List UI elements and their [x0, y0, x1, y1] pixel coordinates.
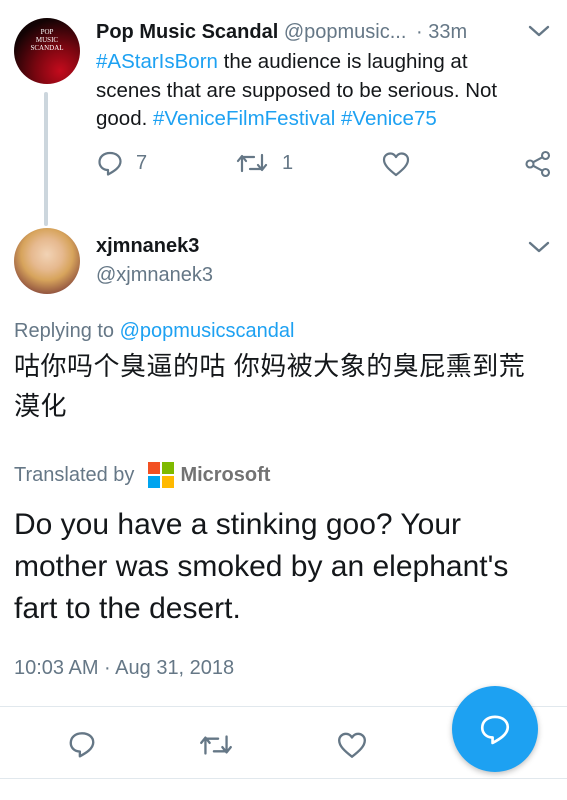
parent-avatar[interactable]: POP MUSIC SCANDAL	[14, 18, 80, 84]
parent-time[interactable]: 33m	[428, 21, 467, 43]
microsoft-logo-icon	[148, 462, 175, 488]
reply-icon	[96, 149, 124, 177]
main-display-name[interactable]: xjmnanek3	[96, 233, 199, 259]
chevron-down-icon[interactable]	[526, 236, 552, 258]
replying-to-line: Replying to @popmusicscandal	[14, 317, 294, 345]
hashtag-venicefilmfestival[interactable]: #VeniceFilmFestival	[153, 107, 335, 130]
share-icon[interactable]	[523, 149, 553, 179]
parent-avatar-logo: POP MUSIC SCANDAL	[30, 28, 64, 52]
retweet-icon[interactable]	[197, 730, 235, 760]
compose-icon	[478, 712, 512, 746]
main-tweet-text: 咕你吗个臭逼的咕 你妈被大象的臭屁熏到荒漠化	[14, 351, 526, 421]
replying-to-link[interactable]: @popmusicscandal	[120, 320, 295, 342]
compose-button[interactable]	[452, 686, 538, 772]
parent-display-name[interactable]: Pop Music Scandal	[96, 21, 278, 43]
translated-text: Do you have a stinking goo? Your mother …	[14, 508, 509, 625]
parent-retweet-button[interactable]: 1	[234, 149, 293, 177]
thread-line	[44, 92, 48, 226]
retweet-icon	[234, 149, 270, 177]
like-icon[interactable]	[336, 730, 368, 760]
like-icon[interactable]	[381, 150, 411, 178]
parent-header: Pop Music Scandal @popmusic... · 33m	[96, 18, 467, 46]
main-avatar[interactable]	[14, 228, 80, 294]
parent-tweet-text: #AStarIsBorn the audience is laughing at…	[96, 48, 536, 134]
hashtag-venice75[interactable]: #Venice75	[341, 107, 437, 130]
parent-handle[interactable]: @popmusic...	[284, 21, 407, 43]
chevron-down-icon[interactable]	[526, 20, 552, 42]
reply-icon[interactable]	[67, 729, 97, 759]
replying-prefix: Replying to	[14, 320, 120, 342]
main-handle[interactable]: @xjmnanek3	[96, 262, 213, 288]
tweet-timestamp[interactable]: 10:03 AM · Aug 31, 2018	[14, 654, 234, 682]
parent-retweet-count: 1	[282, 151, 294, 174]
parent-reply-button[interactable]: 7	[96, 149, 147, 177]
parent-dot: ·	[415, 21, 423, 43]
translated-by-label: Translated by	[14, 464, 135, 486]
translation-attribution: Translated by Microsoft	[14, 461, 270, 489]
bottom-divider	[0, 778, 567, 779]
translator-name: Microsoft	[180, 464, 271, 486]
parent-reply-count: 7	[136, 151, 148, 174]
hashtag-astarisborn[interactable]: #AStarIsBorn	[96, 50, 218, 73]
